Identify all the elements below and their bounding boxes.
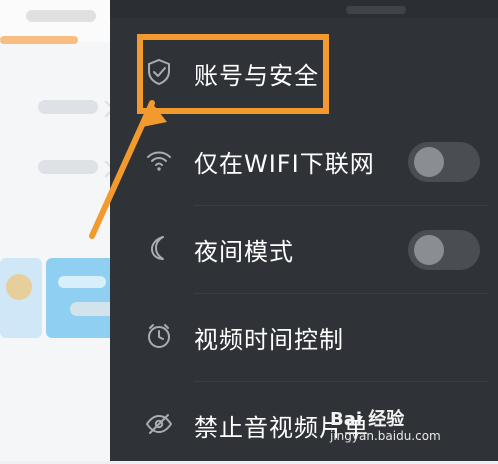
background-card-image (6, 274, 32, 300)
watermark-brand: Bai 经验 (330, 409, 405, 430)
moon-icon (144, 233, 174, 263)
highlight-box (137, 34, 329, 114)
background-list-item (38, 100, 98, 114)
drawer-status-area (110, 0, 498, 18)
background-card-title-blur (58, 276, 106, 288)
menu-item-night-mode[interactable]: 夜间模式 (110, 206, 498, 288)
eye-off-icon (144, 409, 174, 439)
wifi-only-toggle[interactable] (408, 142, 480, 182)
background-card (46, 258, 120, 338)
background-accent-bar (0, 36, 78, 44)
toggle-knob (414, 147, 444, 177)
watermark-url: jingyan.baidu.com (330, 429, 441, 443)
background-app (0, 0, 120, 461)
menu-item-label: 仅在WIFI下联网 (194, 150, 375, 178)
watermark: Bai 经验 jingyan.baidu.com (330, 405, 480, 447)
menu-item-label: 夜间模式 (194, 238, 294, 266)
wifi-icon (144, 145, 174, 175)
night-mode-toggle[interactable] (408, 230, 480, 270)
toggle-knob (414, 235, 444, 265)
background-card (0, 258, 42, 338)
alarm-clock-icon (144, 321, 174, 351)
menu-item-wifi-only[interactable]: 仅在WIFI下联网 (110, 118, 498, 200)
background-title-blur (26, 10, 96, 22)
menu-item-video-time-control[interactable]: 视频时间控制 (110, 294, 498, 376)
status-blur (346, 6, 406, 14)
menu-item-label: 视频时间控制 (194, 326, 344, 354)
background-list-item (38, 160, 98, 174)
